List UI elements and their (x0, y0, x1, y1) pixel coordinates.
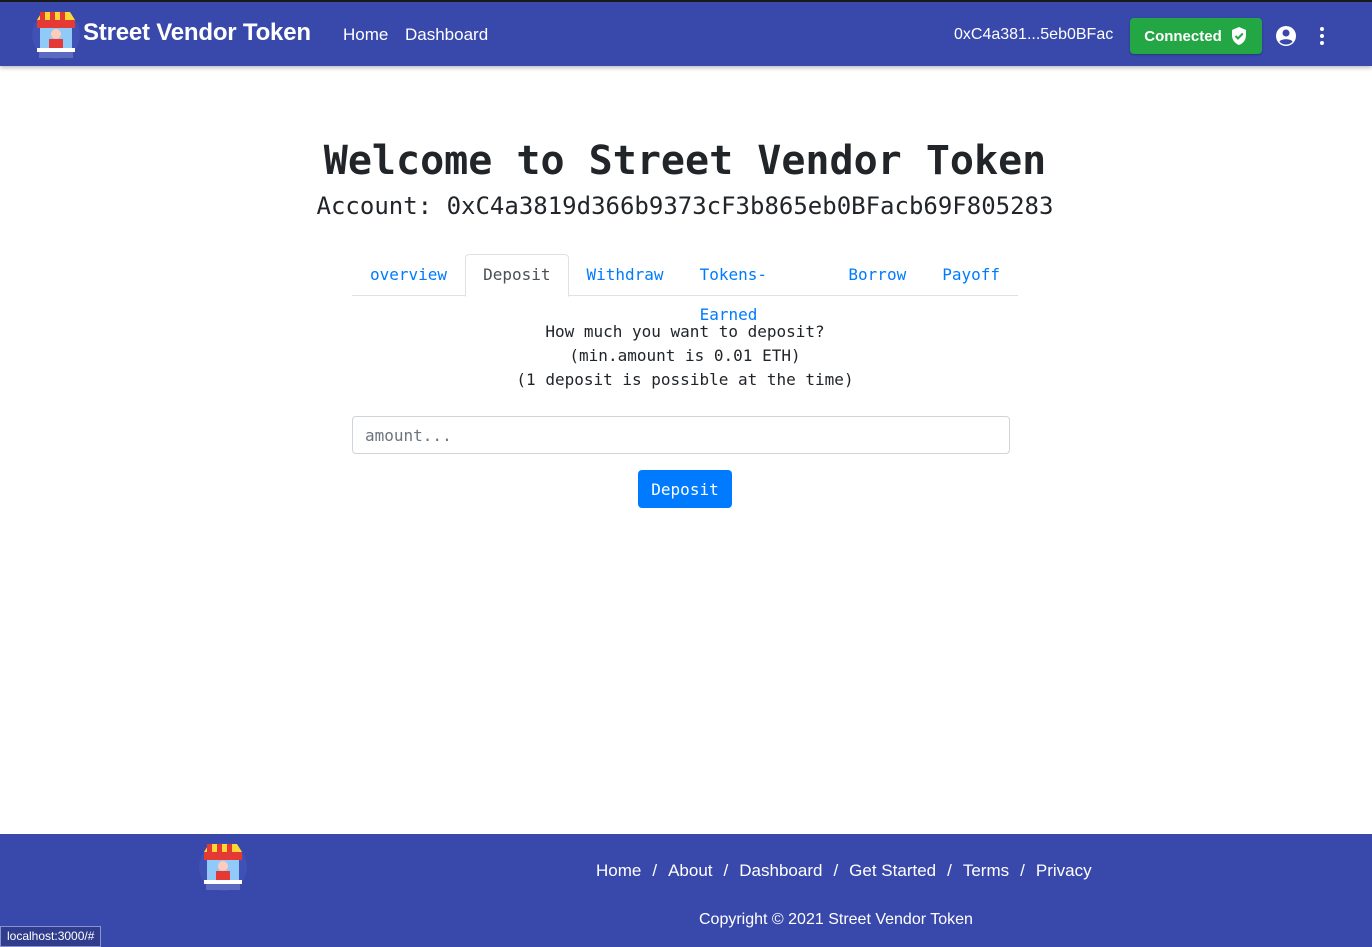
account-line: Account: 0xC4a3819d366b9373cF3b865eb0BFa… (316, 192, 1054, 220)
tab-payoff[interactable]: Payoff (924, 254, 1018, 296)
footer-link-about[interactable]: About (668, 861, 712, 881)
footer-separator: / (652, 861, 658, 880)
footer-links: Home / About / Dashboard / Get Started /… (596, 861, 1092, 881)
top-navbar: Street Vendor Token Home Dashboard 0xC4a… (0, 0, 1372, 66)
tab-deposit[interactable]: Deposit (465, 254, 569, 297)
footer-link-dashboard[interactable]: Dashboard (739, 861, 822, 881)
vendor-stall-logo-icon[interactable] (31, 6, 81, 62)
footer-link-privacy[interactable]: Privacy (1036, 861, 1092, 881)
copyright-text: Copyright © 2021 Street Vendor Token (699, 911, 973, 928)
deposit-button[interactable]: Deposit (638, 470, 732, 508)
footer: Home / About / Dashboard / Get Started /… (0, 834, 1372, 947)
vendor-stall-footer-logo-icon (198, 838, 248, 894)
status-bar-url: localhost:3000/# (0, 926, 102, 947)
brand-title[interactable]: Street Vendor Token (83, 19, 311, 47)
footer-link-terms[interactable]: Terms (963, 861, 1009, 881)
tab-tokens-earned[interactable]: Tokens-Earned (682, 254, 831, 324)
footer-link-home[interactable]: Home (596, 861, 641, 881)
account-circle-icon[interactable] (1274, 24, 1298, 48)
deposit-limit-note: (1 deposit is possible at the time) (516, 370, 854, 389)
more-vertical-icon[interactable] (1310, 24, 1334, 48)
connected-label: Connected (1144, 27, 1222, 45)
connected-button[interactable]: Connected (1130, 18, 1262, 54)
tab-bar: overview Deposit Withdraw Tokens-Earned … (352, 254, 1018, 324)
amount-input[interactable] (352, 416, 1010, 454)
footer-separator: / (1020, 861, 1025, 880)
tab-withdraw[interactable]: Withdraw (569, 254, 682, 296)
shield-check-icon (1231, 27, 1246, 45)
tab-overview[interactable]: overview (352, 254, 465, 296)
nav-home-link[interactable]: Home (343, 25, 388, 45)
min-amount-note: (min.amount is 0.01 ETH) (569, 346, 801, 365)
page-title: Welcome to Street Vendor Token (323, 138, 1047, 184)
tab-borrow[interactable]: Borrow (830, 254, 924, 296)
nav-dashboard-link[interactable]: Dashboard (405, 25, 488, 45)
wallet-address-short: 0xC4a381...5eb0BFac (954, 26, 1114, 43)
deposit-prompt: How much you want to deposit? (545, 322, 825, 341)
footer-separator: / (833, 861, 839, 880)
footer-link-get-started[interactable]: Get Started (849, 861, 936, 881)
footer-separator: / (947, 861, 952, 880)
footer-separator: / (723, 861, 729, 880)
